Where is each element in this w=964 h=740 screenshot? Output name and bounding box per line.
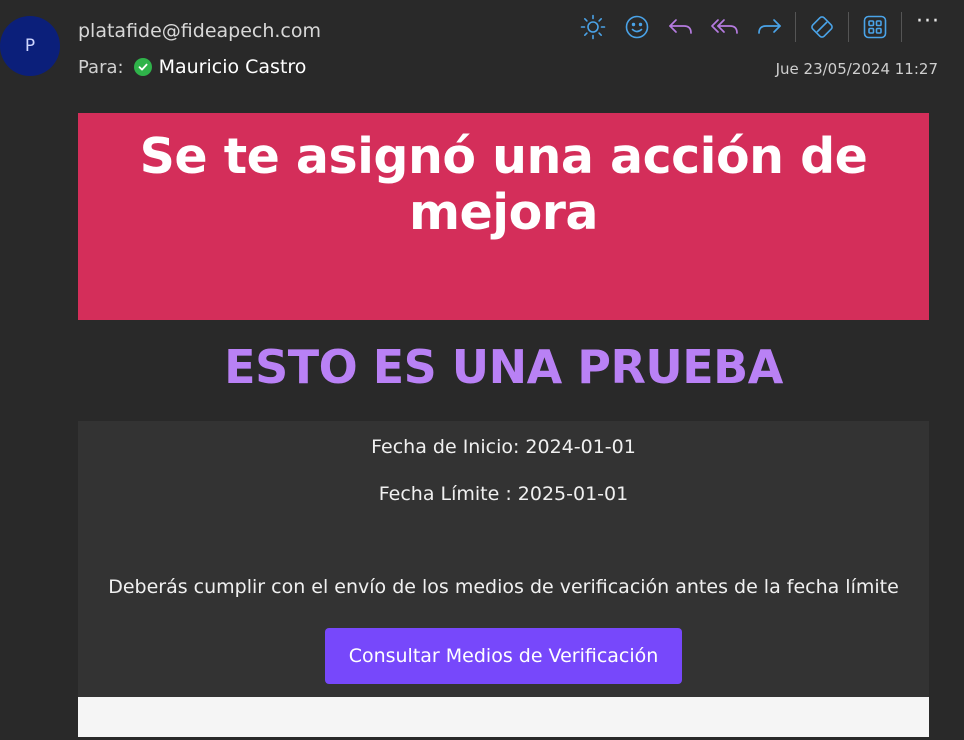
reply-icon[interactable] xyxy=(664,10,698,44)
email-banner: Se te asignó una acción de mejora xyxy=(78,113,929,320)
reply-all-icon[interactable] xyxy=(708,10,742,44)
sender-address[interactable]: platafide@fideapech.com xyxy=(78,20,321,42)
toolbar-divider xyxy=(795,12,796,42)
more-icon[interactable]: ··· xyxy=(911,5,945,49)
toolbar-divider xyxy=(901,12,902,42)
forward-icon[interactable] xyxy=(752,10,786,44)
sender-avatar[interactable]: P xyxy=(0,16,60,76)
emoji-icon[interactable] xyxy=(620,10,654,44)
toolbar-divider xyxy=(848,12,849,42)
recipient-name[interactable]: Mauricio Castro xyxy=(159,56,307,78)
test-heading: ESTO ES UNA PRUEBA xyxy=(224,340,783,394)
banner-title: Se te asignó una acción de mejora xyxy=(139,128,868,241)
to-label: Para: xyxy=(78,56,124,78)
view-verification-button[interactable]: Consultar Medios de Verificación xyxy=(325,628,682,684)
received-date: Jue 23/05/2024 11:27 xyxy=(775,60,938,78)
recipient-row: Para: Mauricio Castro xyxy=(78,56,306,78)
presence-check-icon xyxy=(133,58,152,76)
message-toolbar: ··· xyxy=(571,8,950,46)
avatar-initial: P xyxy=(24,36,36,56)
brightness-icon[interactable] xyxy=(576,10,610,44)
sticker-icon[interactable] xyxy=(805,10,839,44)
apps-icon[interactable] xyxy=(858,10,892,44)
instruction-text: Deberás cumplir con el envío de los medi… xyxy=(108,576,899,598)
due-date: Fecha Límite : 2025-01-01 xyxy=(378,483,629,505)
email-footer xyxy=(78,697,929,737)
start-date: Fecha de Inicio: 2024-01-01 xyxy=(371,436,636,458)
